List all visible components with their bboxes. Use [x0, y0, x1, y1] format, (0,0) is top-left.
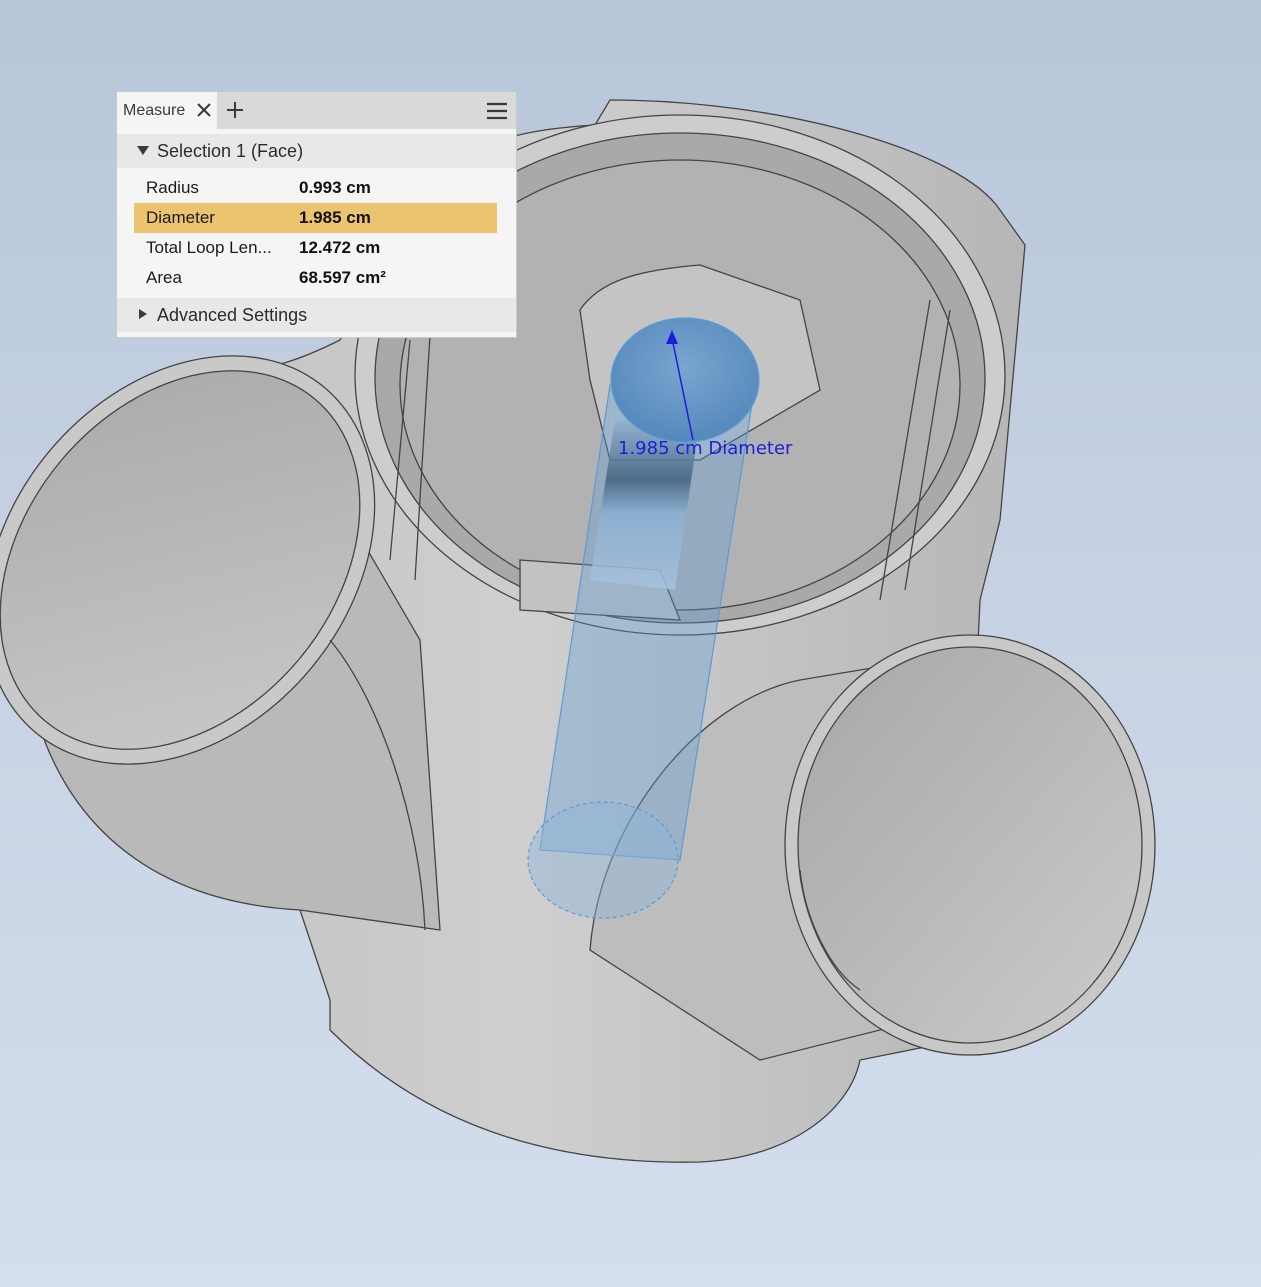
dimension-label[interactable]: 1.985 cm Diameter [618, 438, 792, 459]
tab-label: Measure [123, 101, 186, 119]
selection-title: Selection 1 (Face) [157, 140, 304, 161]
panel-tabbar: Measure [117, 92, 516, 129]
result-label: Diameter [146, 208, 215, 227]
measure-results: Radius 0.993 cm Diameter 1.985 cm Total … [117, 168, 516, 298]
expand-triangle-icon [139, 309, 147, 319]
result-label: Radius [146, 178, 199, 197]
collapse-triangle-icon [137, 146, 149, 155]
result-row-area[interactable]: Area 68.597 cm² [134, 263, 497, 293]
result-row-total-loop-length[interactable]: Total Loop Len... 12.472 cm [134, 233, 497, 263]
result-value: 12.472 cm [299, 238, 381, 257]
result-row-diameter[interactable]: Diameter 1.985 cm [134, 203, 497, 233]
result-value: 1.985 cm [299, 208, 371, 227]
result-value: 0.993 cm [299, 178, 371, 197]
hamburger-menu-icon[interactable] [486, 101, 508, 121]
selection-header[interactable]: Selection 1 (Face) [117, 134, 516, 168]
advanced-settings-label: Advanced Settings [157, 304, 308, 325]
measure-panel: Measure Selection 1 (Face) Radius 0.993 … [116, 91, 517, 338]
advanced-settings-header[interactable]: Advanced Settings [117, 298, 516, 332]
result-label: Area [146, 268, 182, 287]
result-row-radius[interactable]: Radius 0.993 cm [134, 173, 497, 203]
result-value: 68.597 cm² [299, 268, 386, 287]
close-icon[interactable] [195, 101, 213, 119]
result-label: Total Loop Len... [146, 238, 272, 257]
add-tab-icon[interactable] [225, 100, 245, 120]
